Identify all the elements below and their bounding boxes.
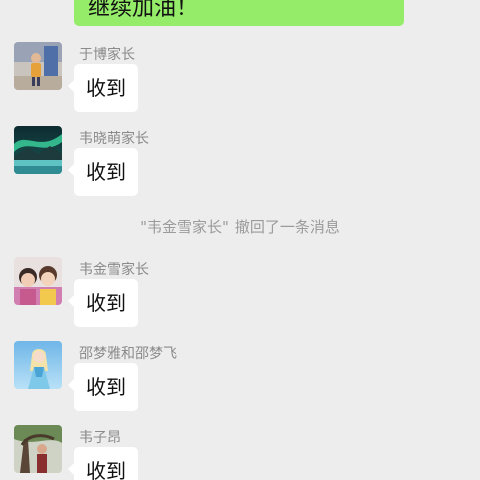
message-bubble[interactable]: 收到 <box>68 148 138 196</box>
aurora-landscape-avatar <box>14 126 62 174</box>
avatar[interactable] <box>14 257 62 305</box>
chat-window: 继续加油！ 于博家长 收到 韦晓萌家长 收到 "韦金雪家长" 撤回了一条消息 韦… <box>0 0 480 480</box>
sender-name: 韦晓萌家长 <box>79 131 149 147</box>
ice-princess-avatar <box>14 341 62 389</box>
two-children-photo-avatar <box>14 257 62 305</box>
person-under-tree-avatar <box>14 425 62 473</box>
recall-notice-text: 撤回了一条消息 <box>234 218 340 236</box>
sender-name: 韦子昂 <box>79 430 121 446</box>
message-bubble[interactable]: 收到 <box>68 64 138 112</box>
avatar[interactable] <box>14 42 62 90</box>
system-notice: "韦金雪家长" 撤回了一条消息 <box>0 216 480 237</box>
self-message-bubble[interactable]: 继续加油！ <box>74 0 404 26</box>
avatar[interactable] <box>14 126 62 174</box>
avatar[interactable] <box>14 425 62 473</box>
message-bubble[interactable]: 收到 <box>68 363 138 411</box>
recalled-sender-name: "韦金雪家长" <box>140 218 229 236</box>
child-standing-photo-avatar <box>14 42 62 90</box>
self-message-text: 继续加油！ <box>88 0 199 21</box>
message-bubble[interactable]: 收到 <box>68 447 138 480</box>
sender-name: 韦金雪家长 <box>79 262 149 278</box>
message-bubble[interactable]: 收到 <box>68 279 138 327</box>
sender-name: 于博家长 <box>79 47 135 63</box>
sender-name: 邵梦雅和邵梦飞 <box>79 346 177 362</box>
avatar[interactable] <box>14 341 62 389</box>
